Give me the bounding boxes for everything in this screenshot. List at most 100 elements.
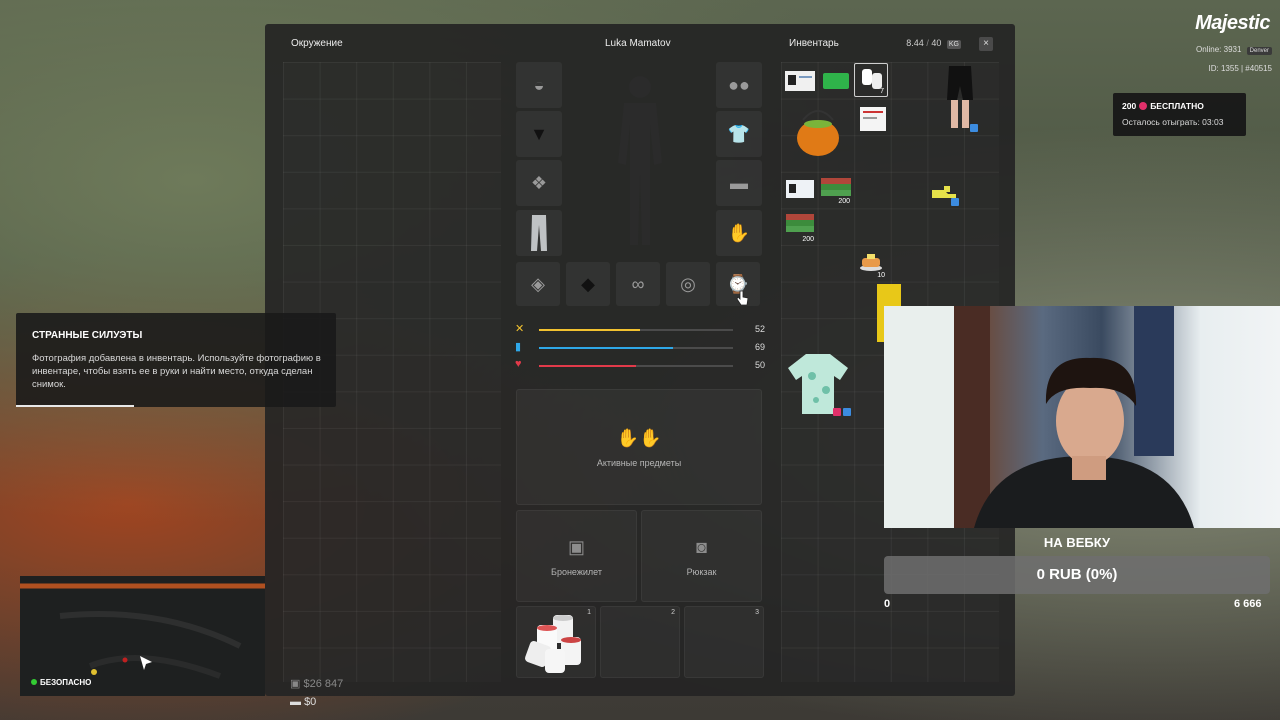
inventory-item-pancakes[interactable]: 10 xyxy=(854,246,888,280)
backpack-label: Рюкзак xyxy=(686,567,717,577)
server-tag: Denver xyxy=(1246,47,1272,55)
rank-slot[interactable]: ❖ xyxy=(516,160,562,206)
heart-icon: ♥ xyxy=(515,358,522,370)
notification-title: СТРАННЫЕ СИЛУЭТЫ xyxy=(32,330,143,341)
inventory-item-sneakers[interactable] xyxy=(927,174,961,208)
shoes-slot[interactable]: ▬ xyxy=(716,160,762,206)
bonus-label: БЕСПЛАТНО xyxy=(1150,101,1204,111)
tshirt-icon: 👕 xyxy=(727,123,751,144)
inventory-item-id-card[interactable] xyxy=(783,64,817,98)
bag-icon: ◈ xyxy=(531,273,545,294)
thirst-value: 69 xyxy=(754,342,765,352)
donation-max: 6 666 xyxy=(1234,598,1262,610)
health-stat: ♥ 50 xyxy=(515,358,765,372)
accessory-slot-3[interactable]: ∞ xyxy=(616,262,660,306)
top-slot[interactable]: ▼ xyxy=(516,111,562,157)
pants-icon xyxy=(531,215,547,251)
webcam-feed xyxy=(884,306,1280,528)
inventory-item-cash-stack-2[interactable]: 200 xyxy=(783,210,817,244)
vest-icon: ▣ xyxy=(567,537,585,557)
health-value: 50 xyxy=(754,360,765,370)
quick-slot-number: 3 xyxy=(755,609,759,616)
item-count: 200 xyxy=(802,236,814,243)
shirt-icon: ▼ xyxy=(530,123,548,144)
active-items-slot[interactable]: ✋✋ Активные предметы xyxy=(516,389,762,505)
hat-slot[interactable]: ◒ xyxy=(516,62,562,108)
active-items-label: Активные предметы xyxy=(596,458,682,468)
inventory-item-cash-stack[interactable]: 200 xyxy=(819,172,853,206)
close-button[interactable]: × xyxy=(979,37,993,51)
bank-amount: $0 xyxy=(304,696,317,708)
fork-knife-icon: ✕ xyxy=(515,323,525,335)
accessory-slot-2[interactable]: ◆ xyxy=(566,262,610,306)
shoe-icon: ▬ xyxy=(730,172,748,193)
donation-title: НА ВЕБКУ xyxy=(1043,535,1111,550)
chevron-icon: ❖ xyxy=(530,172,548,193)
minimap: БЕЗОПАСНО xyxy=(20,576,265,696)
quick-slot-2[interactable]: 2 xyxy=(600,606,680,678)
item-count: 200 xyxy=(838,198,850,205)
safe-zone-icon xyxy=(31,679,37,685)
inventory-item-floral-shirt[interactable] xyxy=(783,352,853,418)
cash-amount: $26 847 xyxy=(303,678,344,690)
pants-slot[interactable] xyxy=(516,210,562,256)
shirt-icon xyxy=(788,354,848,414)
pumpkin-icon xyxy=(797,110,839,156)
cap-icon: ◒ xyxy=(533,74,545,95)
accessory-slot-1[interactable]: ◈ xyxy=(516,262,560,306)
glove-icon: ✋ xyxy=(727,222,751,243)
bank-display: ▬ $0 xyxy=(290,696,317,708)
bonus-timer: Осталось отыграть: 03:03 xyxy=(1122,117,1224,127)
linked-badge xyxy=(970,124,978,132)
weight-unit: KG xyxy=(946,40,961,49)
inventory-item-green-card[interactable] xyxy=(819,64,853,98)
vest-slot[interactable]: ▣ Бронежилет xyxy=(516,510,637,602)
quick-slot-3[interactable]: 3 xyxy=(684,606,764,678)
gloves-slot[interactable]: ✋ xyxy=(716,210,762,256)
backpack-icon: ◙ xyxy=(696,537,707,557)
coin-icon xyxy=(1139,102,1148,110)
inventory-item-shorts[interactable] xyxy=(940,64,980,134)
health-bar xyxy=(539,365,636,367)
id-card-icon xyxy=(785,71,815,91)
glasses-icon: ●● xyxy=(728,74,750,95)
cup-icon: ▮ xyxy=(515,341,522,353)
webcam-person xyxy=(884,306,1194,528)
notification-progress xyxy=(16,405,135,407)
bonus-panel: 200 БЕСПЛАТНО Осталось отыграть: 03:03 xyxy=(1113,93,1246,136)
cash-display: ▣ $26 847 xyxy=(290,678,344,690)
linked-badge xyxy=(843,408,851,416)
character-name: Luka Mamatov xyxy=(605,38,671,49)
bracelet-icon: ◎ xyxy=(680,273,696,294)
glasses-slot[interactable]: ●● xyxy=(716,62,762,108)
character-silhouette xyxy=(618,76,662,245)
backpack-slot[interactable]: ◙ Рюкзак xyxy=(641,510,762,602)
surroundings-title: Окружение xyxy=(291,38,343,49)
hunger-value: 52 xyxy=(754,324,765,334)
id-card-icon xyxy=(786,180,814,198)
linked-badge xyxy=(951,198,959,206)
cash-icon xyxy=(786,214,814,232)
donation-min: 0 xyxy=(884,598,891,610)
quest-notification: СТРАННЫЕ СИЛУЭТЫ Фотография добавлена в … xyxy=(16,313,336,407)
inventory-item-pumpkin-bucket[interactable] xyxy=(783,102,853,162)
accessory-slot-4[interactable]: ◎ xyxy=(666,262,710,306)
online-count: 3931 xyxy=(1223,45,1242,54)
vest-label: Бронежилет xyxy=(551,567,602,577)
bonus-amount: 200 xyxy=(1122,101,1137,111)
equipped-badge xyxy=(833,408,841,416)
card-icon xyxy=(823,73,849,89)
inventory-item-toilet-paper[interactable]: 7 xyxy=(854,63,888,97)
inventory-item-document[interactable] xyxy=(856,102,890,136)
inventory-item-id-card-2[interactable] xyxy=(783,172,817,206)
earrings-icon: ∞ xyxy=(631,273,645,294)
hunger-bar xyxy=(539,329,640,331)
donation-progress: 0 RUB (0%) xyxy=(884,556,1270,594)
item-count: 7 xyxy=(880,88,884,95)
item-count: 10 xyxy=(877,272,885,279)
undershirt-slot[interactable]: 👕 xyxy=(716,111,762,157)
hands-icon: ✋✋ xyxy=(616,428,662,448)
weight-current: 8.44 xyxy=(906,38,924,48)
cash-icon xyxy=(821,178,851,196)
quick-slot-1[interactable]: 1 xyxy=(516,606,596,678)
